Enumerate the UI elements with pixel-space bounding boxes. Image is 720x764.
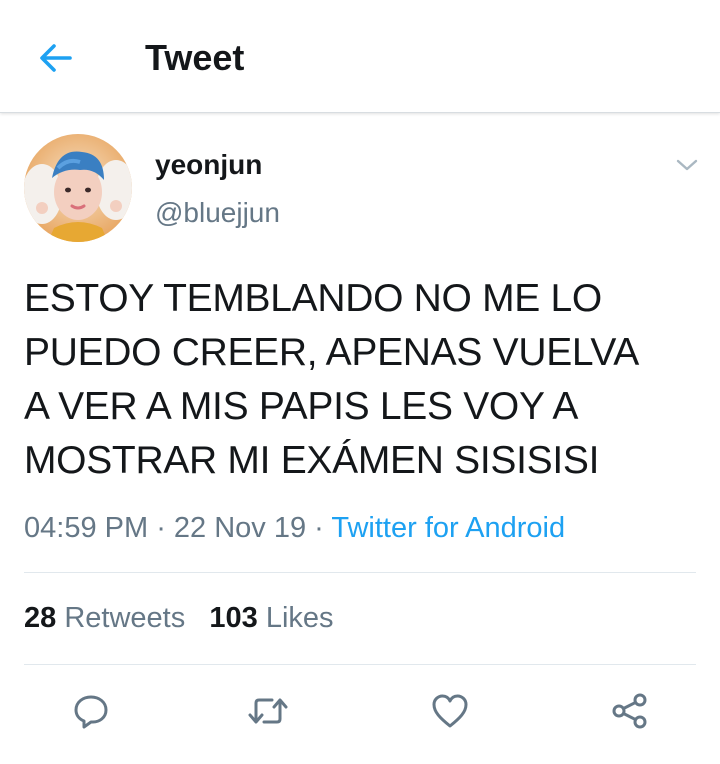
tweet-stats: 28 Retweets 103 Likes [24, 598, 334, 638]
meta-separator: · [148, 512, 174, 544]
arrow-left-icon [40, 44, 72, 72]
tweet-source-link[interactable]: Twitter for Android [331, 512, 565, 544]
page-title: Tweet [145, 37, 245, 78]
like-button[interactable] [425, 686, 475, 736]
likes-count: 103 [209, 602, 258, 634]
author-handle: @bluejjun [155, 197, 280, 228]
tweet-time: 04:59 PM [24, 512, 149, 544]
more-options-button[interactable] [670, 148, 704, 182]
tweet-text-line: PUEDO CREER, APENAS VUELVA [24, 331, 639, 374]
tweet-text-line: ESTOY TEMBLANDO NO ME LO [24, 277, 602, 320]
tweet-text: ESTOY TEMBLANDO NO ME LO PUEDO CREER, AP… [24, 272, 704, 488]
meta-separator: · [306, 512, 332, 544]
divider [24, 664, 696, 665]
avatar[interactable] [24, 134, 132, 242]
likes-label: Likes [265, 602, 334, 634]
tweet-date: 22 Nov 19 [173, 512, 307, 544]
retweets-label: Retweets [64, 602, 186, 634]
retweet-button[interactable] [243, 686, 293, 736]
share-button[interactable] [605, 686, 655, 736]
tweet-text-line: MOSTRAR MI EXÁMEN SISISISI [24, 439, 600, 482]
back-button[interactable] [34, 36, 78, 80]
top-bar: Tweet [0, 0, 720, 113]
likes-stat[interactable]: 103 Likes [209, 602, 333, 634]
retweets-count: 28 [24, 602, 57, 634]
retweets-stat[interactable]: 28 Retweets [24, 602, 185, 634]
tweet-text-line: A VER A MIS PAPIS LES VOY A [24, 385, 579, 428]
retweet-icon [248, 698, 288, 724]
reply-button[interactable] [66, 686, 116, 736]
chevron-down-icon [676, 159, 698, 171]
reply-icon [74, 695, 108, 729]
profile-photo [24, 134, 132, 242]
author-name[interactable]: yeonjun [155, 148, 262, 182]
divider [24, 572, 696, 573]
heart-icon [432, 694, 468, 728]
tweet-metadata: 04:59 PM · 22 Nov 19 · Twitter for Andro… [24, 508, 565, 548]
share-icon [612, 693, 647, 729]
action-bar [0, 686, 720, 736]
